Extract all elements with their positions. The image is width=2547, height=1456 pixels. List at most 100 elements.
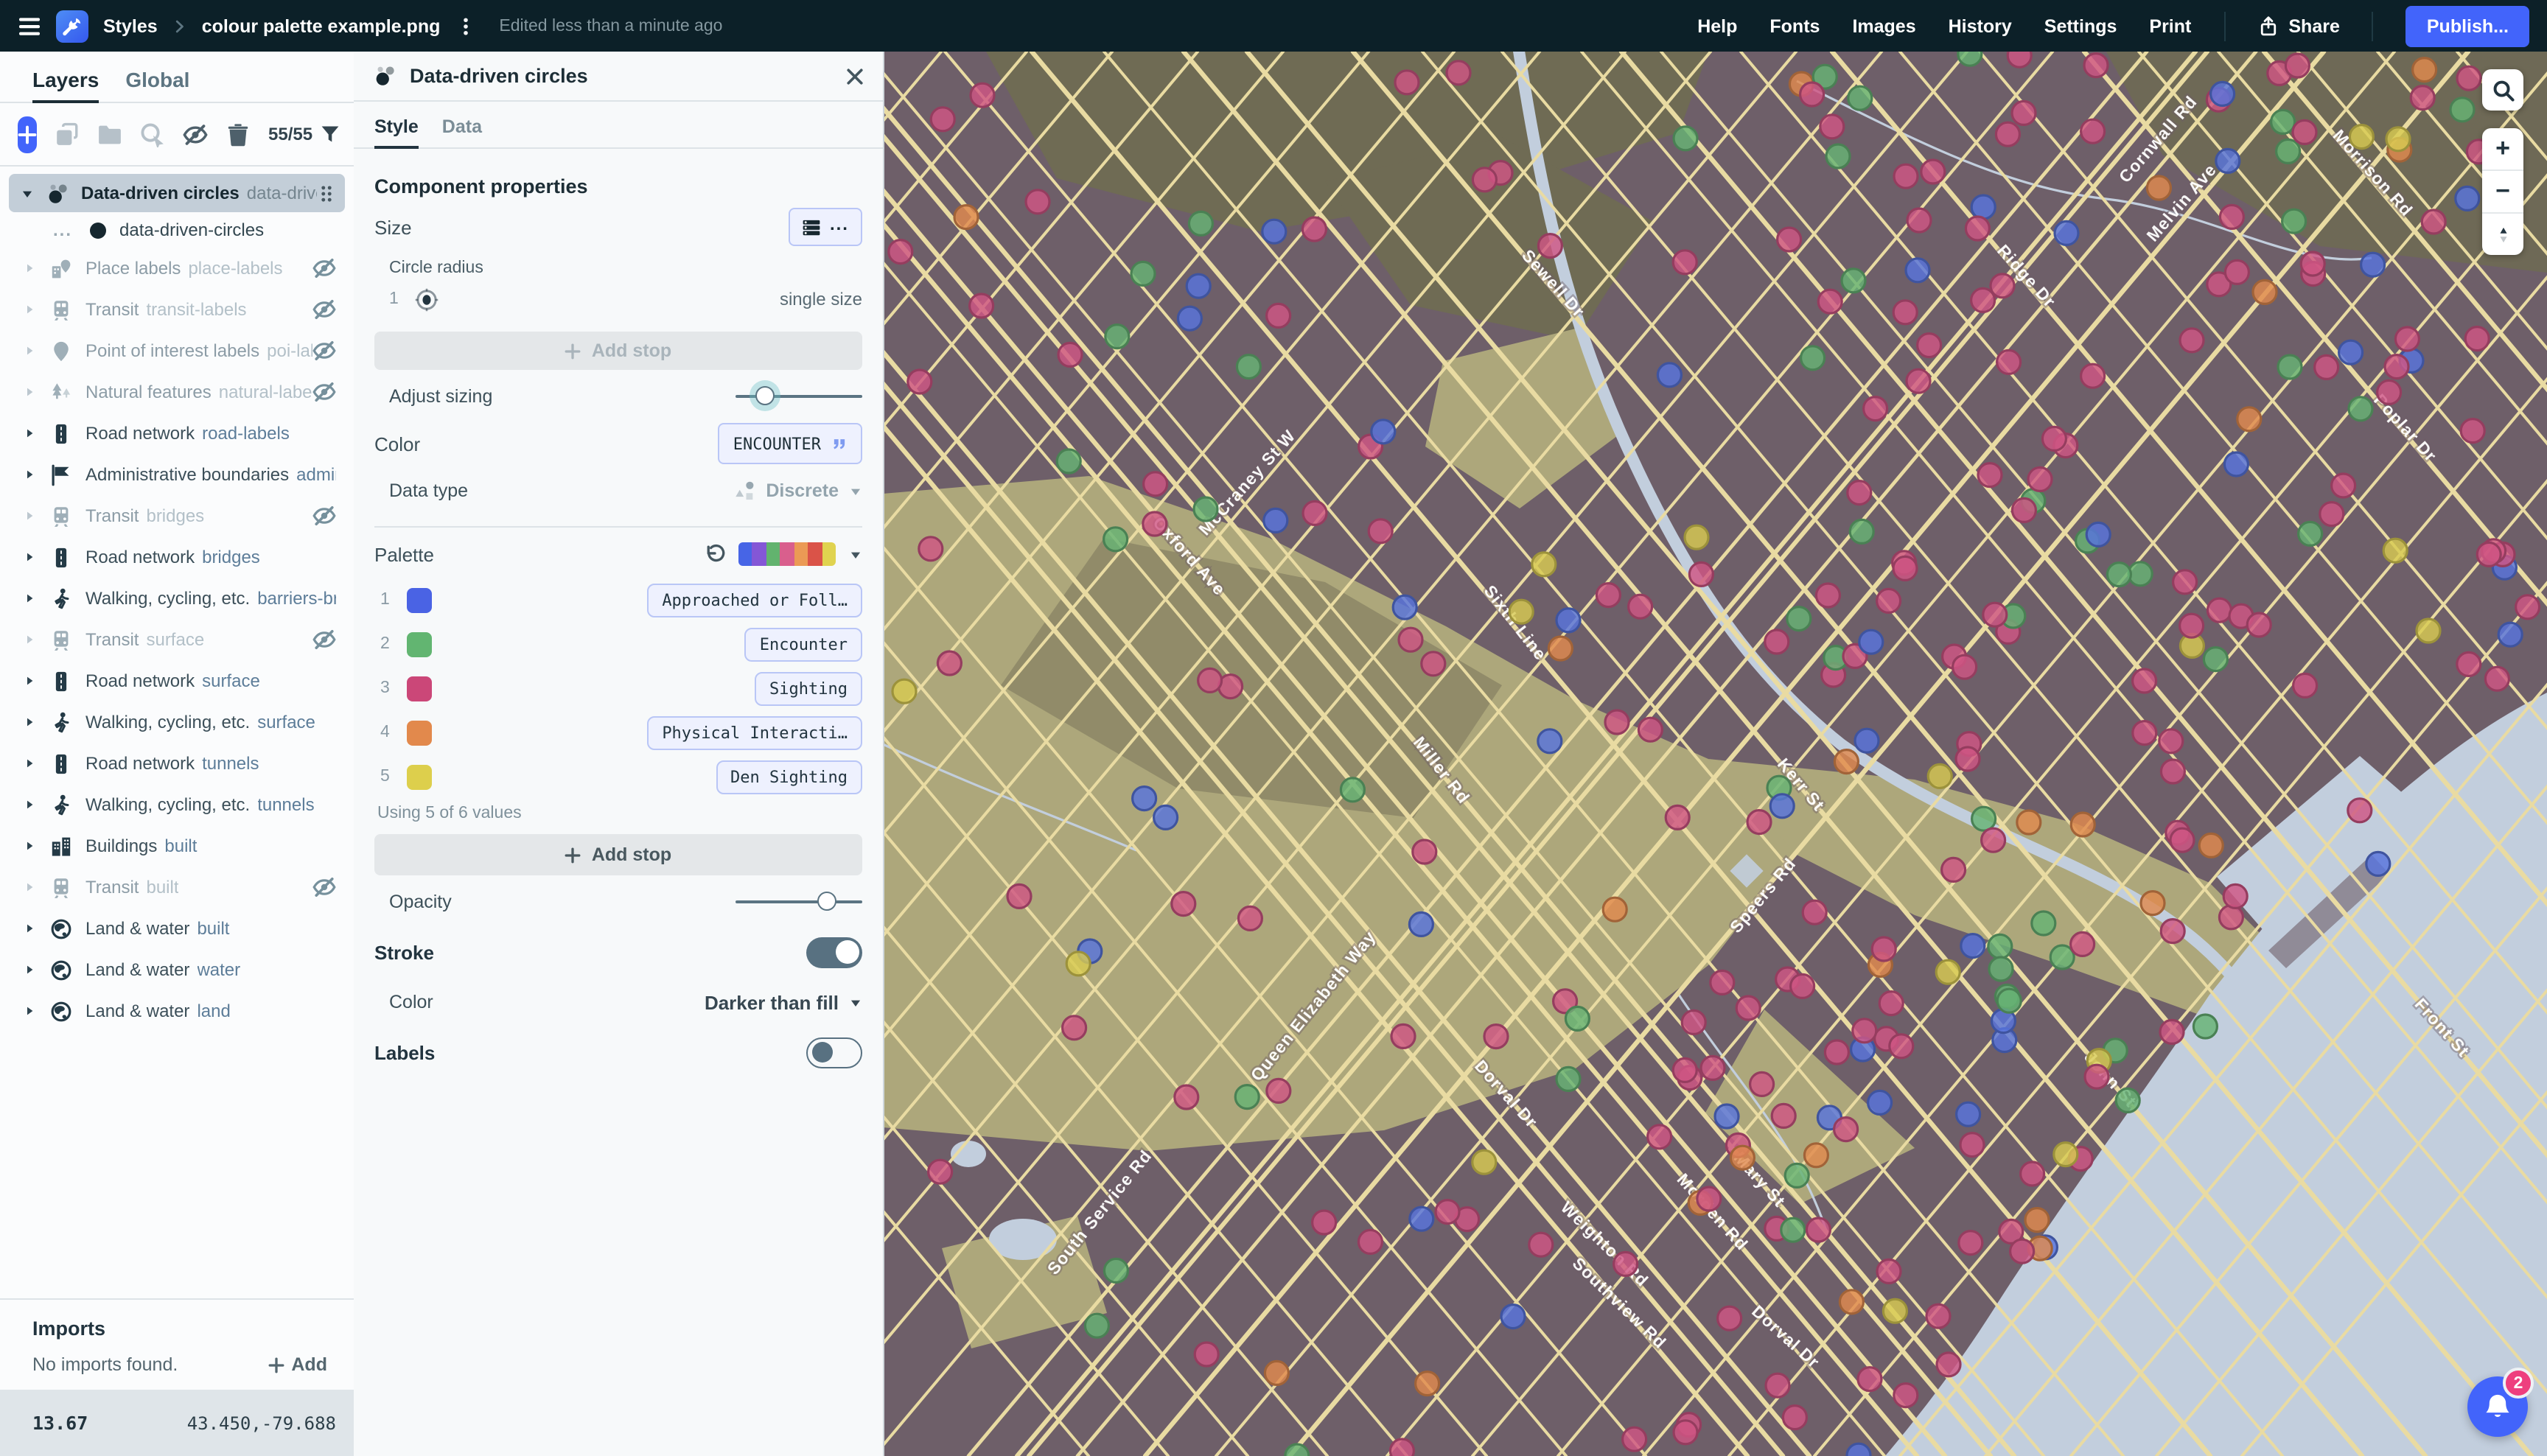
tab-global[interactable]: Global (125, 68, 189, 102)
zoom-in-button[interactable]: + (2482, 128, 2523, 169)
share-button[interactable]: Share (2257, 15, 2340, 36)
add-palette-stop-button[interactable]: Add stop (374, 834, 862, 875)
color-swatch[interactable] (407, 676, 432, 701)
caret-right-icon[interactable] (24, 716, 35, 728)
tab-data[interactable]: Data (442, 116, 482, 147)
layer-row-built[interactable]: Land & waterbuilt (0, 908, 354, 949)
mapbox-studio-logo[interactable] (56, 10, 88, 42)
eye-off-icon[interactable] (312, 628, 336, 651)
caret-right-icon[interactable] (24, 757, 35, 769)
eye-off-icon[interactable] (312, 875, 336, 899)
eye-off-icon[interactable] (312, 256, 336, 280)
caret-right-icon[interactable] (24, 345, 35, 357)
caret-right-icon[interactable] (24, 799, 35, 811)
zoom-out-button[interactable]: − (2482, 169, 2523, 212)
layer-row-tunnels[interactable]: Road networktunnels (0, 743, 354, 784)
topbar-nav-images[interactable]: Images (1852, 15, 1915, 36)
opacity-slider[interactable] (736, 892, 862, 912)
stop-value-chip[interactable]: Den Sighting (716, 760, 862, 794)
select-on-map-icon[interactable] (140, 122, 165, 147)
layer-row-poi-labels[interactable]: Point of interest labelspoi-labels (0, 330, 354, 371)
layer-row-land[interactable]: Land & waterland (0, 990, 354, 1032)
slider-handle[interactable] (817, 892, 836, 911)
color-swatch[interactable] (407, 587, 432, 612)
layer-row-tunnels[interactable]: Walking, cycling, etc.tunnels (0, 784, 354, 825)
palette-preview-strip[interactable] (738, 542, 836, 566)
layer-row-barriers-bridges[interactable]: Walking, cycling, etc.barriers-bridges (0, 578, 354, 619)
layer-row-surface[interactable]: Road networksurface (0, 660, 354, 701)
duplicate-layer-icon[interactable] (55, 122, 80, 147)
caret-right-icon[interactable] (24, 262, 35, 274)
caret-right-icon[interactable] (24, 551, 35, 563)
map-search-button[interactable] (2482, 69, 2523, 111)
eye-off-icon[interactable] (312, 380, 336, 404)
circle-radius-stop-icon[interactable] (414, 287, 439, 312)
close-icon[interactable] (845, 66, 865, 86)
color-field-button[interactable]: ENCOUNTER (719, 423, 862, 464)
layer-row-surface[interactable]: Walking, cycling, etc.surface (0, 701, 354, 743)
delete-layer-icon[interactable] (226, 122, 251, 147)
compass-button[interactable] (2482, 212, 2523, 255)
layer-row-selected[interactable]: Data-driven circles data-driven-circ (9, 174, 345, 212)
add-size-stop-button[interactable]: Add stop (374, 332, 862, 370)
style-options-kebab-icon[interactable] (455, 15, 475, 36)
imports-add-button[interactable]: Add (268, 1354, 327, 1375)
topbar-nav-fonts[interactable]: Fonts (1769, 15, 1820, 36)
color-swatch[interactable] (407, 764, 432, 789)
eye-off-icon[interactable] (312, 339, 336, 363)
filter-icon[interactable] (320, 124, 340, 144)
data-type-dropdown[interactable]: Discrete (733, 480, 862, 502)
caret-right-icon[interactable] (24, 427, 35, 439)
layer-row-bridges[interactable]: Road networkbridges (0, 536, 354, 578)
layer-row-child[interactable]: ... data-driven-circles (0, 212, 354, 248)
stroke-toggle[interactable] (806, 937, 862, 967)
caret-right-icon[interactable] (24, 840, 35, 852)
size-options-button[interactable]: ... (789, 208, 862, 246)
layer-row-road-labels[interactable]: Road networkroad-labels (0, 413, 354, 454)
drag-handle-icon[interactable] (317, 183, 336, 203)
layer-row-place-labels[interactable]: Place labelsplace-labels (0, 248, 354, 289)
labels-toggle[interactable] (806, 1037, 862, 1068)
map-canvas[interactable]: Sixth LineMiller RdMcCraney St WOxford A… (883, 52, 2547, 1456)
caret-right-icon[interactable] (24, 510, 35, 522)
caret-right-icon[interactable] (24, 386, 35, 398)
layer-row-built[interactable]: Transitbuilt (0, 867, 354, 908)
caret-down-icon[interactable] (849, 547, 862, 561)
caret-right-icon[interactable] (24, 675, 35, 687)
stop-value-chip[interactable]: Physical Interacti… (647, 715, 862, 749)
sublayer-kebab[interactable]: ... (53, 220, 72, 240)
caret-right-icon[interactable] (24, 923, 35, 934)
slider-handle[interactable] (755, 386, 775, 405)
caret-right-icon[interactable] (24, 469, 35, 480)
group-layers-icon[interactable] (97, 122, 122, 147)
add-layer-button[interactable] (18, 116, 37, 153)
stop-value-chip[interactable]: Approached or Foll… (647, 583, 862, 617)
color-swatch[interactable] (407, 631, 432, 657)
topbar-nav-settings[interactable]: Settings (2044, 15, 2117, 36)
layer-row-admin[interactable]: Administrative boundariesadmin (0, 454, 354, 495)
eye-off-icon[interactable] (312, 504, 336, 528)
caret-right-icon[interactable] (24, 304, 35, 315)
notifications-button[interactable]: 2 (2467, 1376, 2528, 1437)
topbar-nav-print[interactable]: Print (2149, 15, 2191, 36)
caret-right-icon[interactable] (24, 634, 35, 645)
stop-value-chip[interactable]: Sighting (755, 671, 862, 705)
layer-row-surface[interactable]: Transitsurface (0, 619, 354, 660)
eye-off-icon[interactable] (312, 298, 336, 321)
layer-row-built[interactable]: Buildingsbuilt (0, 825, 354, 867)
layer-row-transit-labels[interactable]: Transittransit-labels (0, 289, 354, 330)
breadcrumb-styles[interactable]: Styles (103, 15, 158, 36)
caret-right-icon[interactable] (24, 964, 35, 976)
caret-right-icon[interactable] (24, 592, 35, 604)
publish-button[interactable]: Publish... (2406, 5, 2529, 46)
topbar-nav-history[interactable]: History (1949, 15, 2012, 36)
layer-row-water[interactable]: Land & waterwater (0, 949, 354, 990)
tab-layers[interactable]: Layers (32, 68, 99, 102)
adjust-sizing-slider[interactable] (736, 386, 862, 407)
layer-row-bridges[interactable]: Transitbridges (0, 495, 354, 536)
reset-palette-icon[interactable] (705, 544, 725, 564)
caret-down-icon[interactable] (21, 186, 34, 200)
menu-hamburger-icon[interactable] (18, 14, 41, 38)
caret-right-icon[interactable] (24, 1005, 35, 1017)
stroke-color-dropdown[interactable]: Darker than fill (705, 991, 862, 1013)
